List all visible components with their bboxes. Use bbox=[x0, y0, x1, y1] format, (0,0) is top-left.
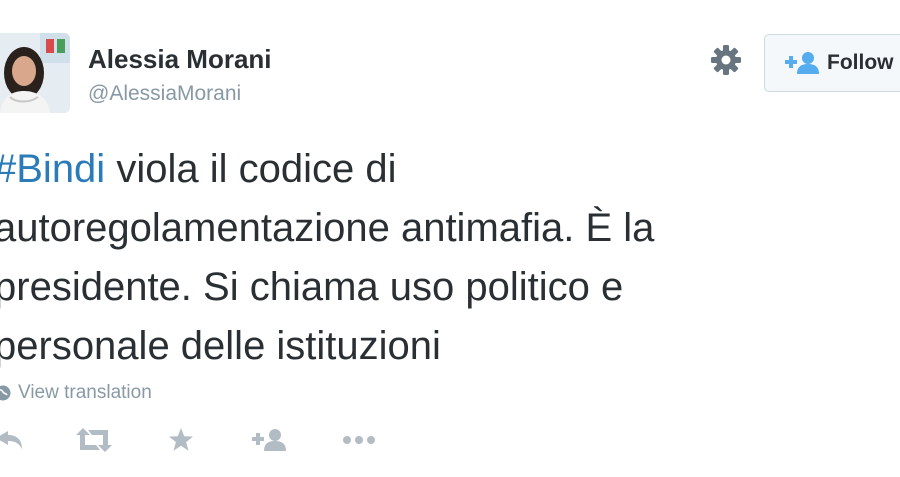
avatar[interactable] bbox=[0, 33, 70, 113]
follow-icon bbox=[252, 429, 286, 451]
view-translation-label: View translation bbox=[18, 382, 152, 403]
favorite-button[interactable] bbox=[168, 420, 196, 460]
tweet-text: #Bindi viola il codice di autoregolament… bbox=[0, 140, 894, 376]
settings-button[interactable] bbox=[708, 42, 744, 78]
tweet-line-2: autoregolamentazione antimafia. È la bbox=[0, 206, 655, 250]
favorite-icon bbox=[169, 428, 193, 451]
globe-icon bbox=[0, 385, 11, 401]
tweet-line-3: presidente. Si chiama uso politico e bbox=[0, 265, 624, 309]
profile-photo-icon bbox=[0, 33, 70, 113]
more-icon bbox=[343, 436, 375, 444]
retweet-icon bbox=[76, 428, 112, 452]
tweet-actions bbox=[0, 420, 420, 460]
author-handle[interactable]: @AlessiaMorani bbox=[88, 82, 241, 106]
author-name[interactable]: Alessia Morani bbox=[88, 44, 272, 75]
tweet-line-4: personale delle istituzioni bbox=[0, 324, 441, 368]
tweet-line-1: #Bindi viola il codice di bbox=[0, 140, 894, 199]
view-translation-link[interactable]: View translation bbox=[0, 382, 152, 404]
more-button[interactable] bbox=[342, 420, 378, 460]
retweet-button[interactable] bbox=[76, 420, 116, 460]
follow-button[interactable]: Follow bbox=[764, 34, 900, 92]
gear-icon bbox=[711, 45, 741, 75]
follow-label: Follow bbox=[827, 51, 894, 74]
add-user-icon bbox=[785, 52, 819, 74]
hashtag-link[interactable]: #Bindi bbox=[0, 147, 105, 191]
reply-icon bbox=[0, 431, 22, 449]
reply-button[interactable] bbox=[0, 420, 26, 460]
follow-action-button[interactable] bbox=[252, 420, 288, 460]
tweet-line-1-text: viola il codice di bbox=[105, 147, 397, 191]
